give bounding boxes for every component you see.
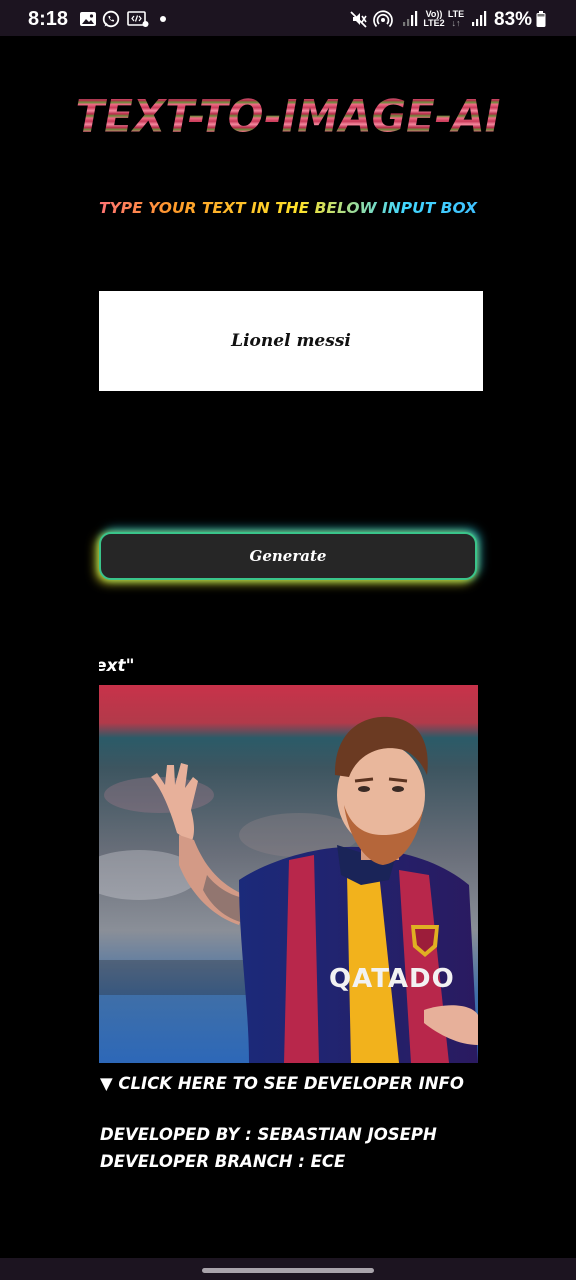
generated-image: QATADO — [99, 685, 478, 1063]
instruction-text: TYPE YOUR TEXT IN THE BELOW INPUT BOX — [0, 199, 576, 217]
notification-dot-icon — [160, 16, 166, 22]
svg-text:QATADO: QATADO — [329, 964, 455, 994]
status-time: 8:18 — [28, 8, 69, 30]
developer-branch: DEVELOPER BRANCH : ECE — [100, 1152, 346, 1171]
status-bar: 8:18 Vo)) LTE2 LTE ↓↑ 83% — [0, 0, 576, 36]
battery-icon — [536, 11, 546, 27]
prompt-input[interactable] — [99, 291, 483, 391]
screen-recorder-icon — [127, 11, 149, 27]
whatsapp-icon — [102, 10, 120, 28]
gallery-icon — [80, 12, 96, 26]
hotspot-icon — [373, 10, 393, 28]
navigation-bar — [0, 1258, 576, 1280]
signal-icon — [472, 11, 487, 26]
developer-info-toggle[interactable]: ▼ CLICK HERE TO SEE DEVELOPER INFO — [100, 1074, 480, 1093]
page-title: TEXT-TO-IMAGE-AI — [0, 91, 576, 142]
lte-label: LTE ↓↑ — [447, 9, 465, 28]
volte-label: Vo)) LTE2 — [423, 9, 445, 28]
generate-button[interactable]: Generate — [99, 532, 477, 580]
result-caption: ext" — [99, 656, 135, 676]
developer-name: DEVELOPED BY : SEBASTIAN JOSEPH — [100, 1125, 437, 1144]
home-gesture-handle[interactable] — [202, 1268, 374, 1273]
battery-percent: 83% — [494, 9, 533, 30]
mute-icon — [350, 11, 367, 28]
signal-icon — [403, 11, 418, 26]
